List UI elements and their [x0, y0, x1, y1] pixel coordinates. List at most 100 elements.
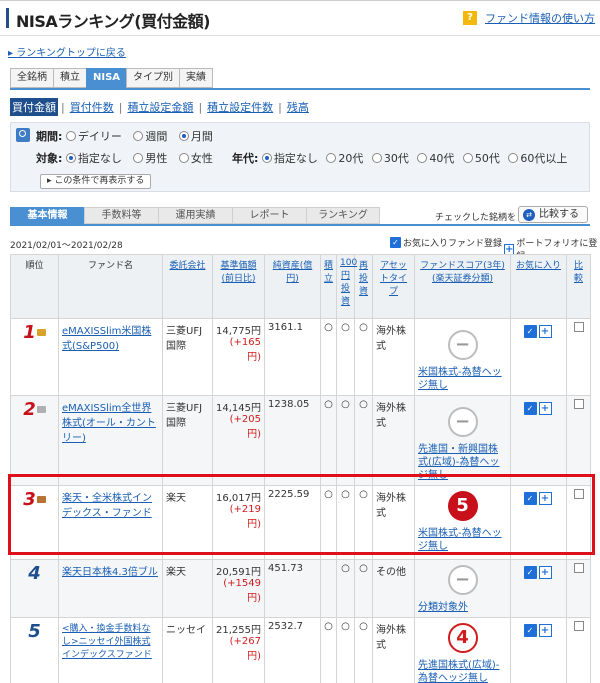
header-score[interactable]: ファンドスコア(3年)(楽天証券分類): [414, 254, 511, 319]
reshow-button[interactable]: ▸ この条件で再表示する: [40, 174, 152, 189]
radio-icon[interactable]: [133, 131, 144, 141]
score-badge: 4: [447, 623, 478, 653]
header-assets-label: 純資産(億円): [272, 261, 313, 284]
fund-link[interactable]: 楽天日本株4.3倍ブル: [62, 567, 158, 578]
sort-buy-amount[interactable]: 買付金額: [10, 98, 58, 116]
company-cell: 三菱UFJ国際: [162, 318, 213, 396]
fund-link[interactable]: <購入・換金手数料なし>ニッセイ外国株式インデックスファンド: [62, 624, 152, 660]
assets-cell: 2532.7: [264, 617, 321, 683]
age-20s-option[interactable]: 20代: [326, 152, 363, 165]
target-none-option[interactable]: 指定なし: [65, 152, 122, 165]
radio-icon[interactable]: [462, 153, 473, 163]
compare-checkbox[interactable]: [573, 322, 584, 332]
age-60s-plus-option[interactable]: 60代以上: [508, 152, 567, 165]
rank-number: 4: [10, 559, 59, 618]
age-30s-option[interactable]: 30代: [371, 152, 409, 165]
100yen-cell: ○: [336, 617, 355, 683]
sort-tsumitate-amount[interactable]: 積立設定金額: [125, 98, 195, 116]
portfolio-plus-icon[interactable]: +: [538, 325, 552, 338]
company-cell: 楽天: [162, 559, 213, 618]
rank-number: 2: [10, 395, 59, 486]
header-tsumitate[interactable]: 積立: [320, 254, 337, 319]
tab-basic-info[interactable]: 基本情報: [10, 207, 84, 224]
price-cell: 14,145円 (+205円): [212, 395, 265, 486]
radio-icon[interactable]: [508, 153, 519, 163]
age-50s-option[interactable]: 50代: [462, 152, 500, 165]
fund-link[interactable]: eMAXISSlim全世界株式(オール・カントリー): [62, 403, 156, 444]
radio-icon[interactable]: [417, 153, 428, 163]
score-cell: 4 先進国株式(広域)-為替ヘッジ無し: [414, 617, 511, 683]
back-to-ranking-top-link[interactable]: ▸ ランキングトップに戻る: [8, 44, 126, 59]
target-female-option[interactable]: 女性: [178, 152, 213, 165]
radio-selected-icon[interactable]: [65, 153, 76, 163]
compare-cell: [566, 617, 591, 683]
radio-icon[interactable]: [65, 131, 76, 141]
age-filter: 年代: 指定なし 20代 30代 40代 50代 60代以上: [232, 150, 567, 166]
compare-checkbox[interactable]: [573, 563, 584, 573]
option-label: 30代: [383, 152, 409, 165]
compare-checkbox[interactable]: [573, 621, 584, 631]
period-daily-option[interactable]: デイリー: [65, 130, 122, 143]
reinvest-cell: ○: [354, 395, 373, 486]
header-price[interactable]: 基準価額(前日比): [212, 254, 265, 319]
fav-check-icon[interactable]: ✓: [523, 624, 537, 637]
radio-icon[interactable]: [178, 153, 189, 163]
compare-checkbox[interactable]: [573, 399, 584, 409]
tab-performance-record[interactable]: 運用実績: [158, 207, 232, 224]
price-value: 21,255円: [216, 625, 261, 636]
sort-buy-count[interactable]: 買付件数: [68, 98, 116, 116]
score-category-link[interactable]: 米国株式-為替ヘッジ無し: [418, 366, 507, 392]
header-compare[interactable]: 比較: [566, 254, 591, 319]
divider: |: [198, 100, 203, 114]
fav-cell: ✓ +: [510, 395, 567, 486]
fund-name-cell: eMAXISSlim全世界株式(オール・カントリー): [58, 395, 163, 486]
sort-balance[interactable]: 残高: [285, 98, 311, 116]
fund-name-cell: eMAXISSlim米国株式(S&P500): [58, 318, 163, 396]
header-fav[interactable]: お気に入り: [510, 254, 567, 319]
tab-tsumitate[interactable]: 積立: [53, 68, 86, 88]
radio-selected-icon[interactable]: [261, 153, 272, 163]
radio-icon[interactable]: [371, 153, 382, 163]
tab-all[interactable]: 全銘柄: [10, 68, 53, 88]
fav-check-icon[interactable]: ✓: [523, 402, 537, 415]
help-icon[interactable]: ?: [463, 11, 477, 25]
header-asset-type[interactable]: アセットタイプ: [372, 254, 415, 319]
header-100yen[interactable]: 100円投資: [336, 254, 357, 319]
tab-fees[interactable]: 手数料等: [84, 207, 158, 224]
tab-ranking[interactable]: ランキング: [306, 207, 380, 224]
tab-report[interactable]: レポート: [232, 207, 306, 224]
tab-nisa[interactable]: NISA: [86, 68, 127, 88]
radio-icon[interactable]: [326, 153, 337, 163]
help-link[interactable]: ファンド情報の使い方: [485, 10, 595, 26]
age-40s-option[interactable]: 40代: [417, 152, 454, 165]
header-reinvest[interactable]: 再投資: [354, 254, 373, 319]
divider: |: [118, 100, 123, 114]
header-assets[interactable]: 純資産(億円): [264, 254, 321, 319]
age-none-option[interactable]: 指定なし: [261, 152, 318, 165]
target-male-option[interactable]: 男性: [133, 152, 167, 165]
portfolio-plus-icon[interactable]: +: [538, 624, 552, 637]
radio-selected-icon[interactable]: [178, 131, 189, 141]
period-weekly-option[interactable]: 週間: [133, 130, 167, 143]
option-label: 60代以上: [520, 152, 568, 165]
tsumitate-cell: ○: [320, 617, 337, 683]
score-category-link[interactable]: 分類対象外: [418, 601, 507, 614]
tab-performance[interactable]: 実績: [179, 68, 214, 88]
compare-cell: [566, 395, 591, 486]
fund-link[interactable]: eMAXISSlim米国株式(S&P500): [62, 326, 151, 352]
company-cell: ニッセイ: [162, 617, 213, 683]
divider: |: [278, 100, 282, 114]
fav-check-icon[interactable]: ✓: [523, 566, 537, 579]
score-category-link[interactable]: 先進国株式(広域)-為替ヘッジ無し: [418, 659, 507, 683]
tab-type[interactable]: タイプ別: [126, 68, 180, 88]
radio-icon[interactable]: [133, 153, 144, 163]
fav-check-icon[interactable]: ✓: [523, 325, 537, 338]
portfolio-plus-icon[interactable]: +: [538, 566, 552, 579]
portfolio-plus-icon[interactable]: +: [538, 402, 552, 415]
header-company[interactable]: 委託会社: [162, 254, 213, 319]
sort-tsumitate-count[interactable]: 積立設定件数: [205, 98, 275, 116]
search-icon: [16, 128, 30, 142]
header-asset-type-label: アセットタイプ: [379, 261, 407, 297]
table-header-row: 順位 ファンド名 委託会社 基準価額(前日比) 純資産(億円) 積立 100円投…: [10, 254, 591, 319]
period-monthly-option[interactable]: 月間: [178, 130, 213, 143]
